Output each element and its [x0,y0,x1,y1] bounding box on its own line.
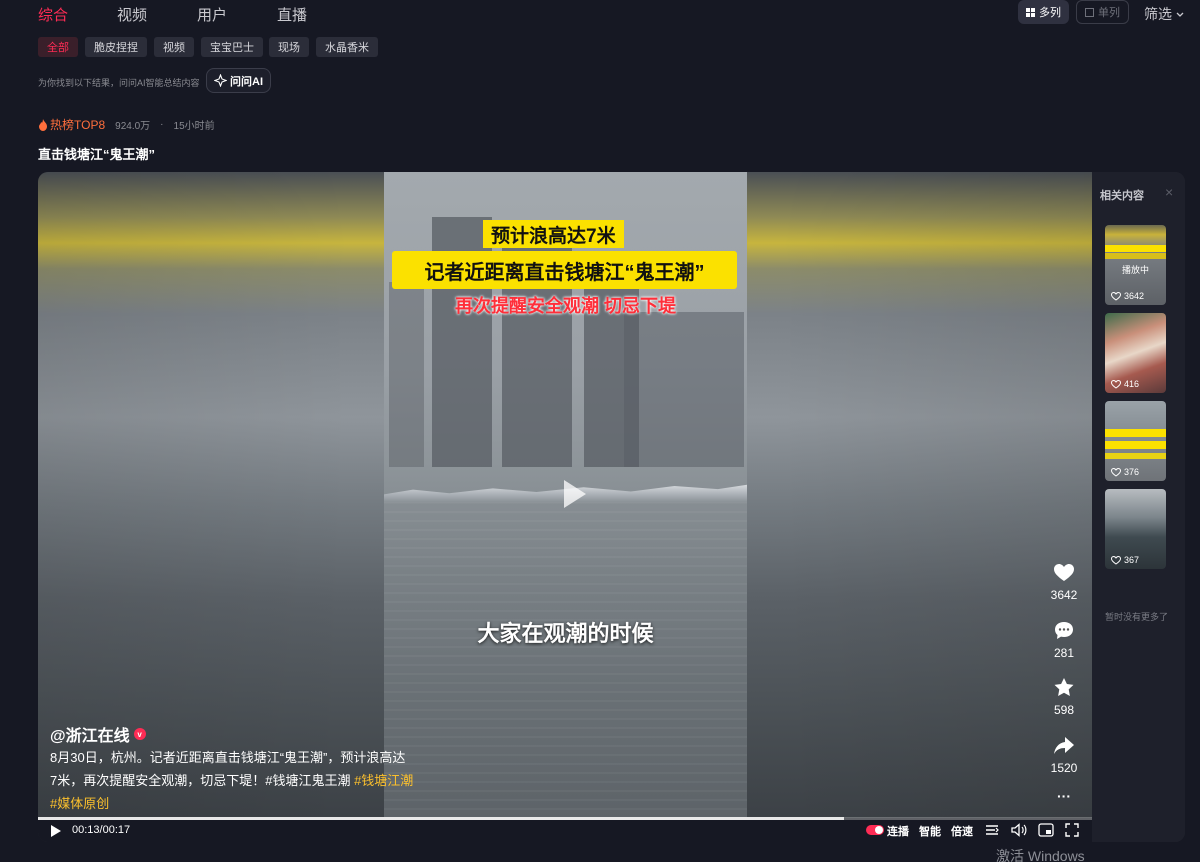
related-video-2[interactable]: 416 [1105,313,1166,393]
chip-rice[interactable]: 水晶香米 [316,37,378,57]
video-description: 8月30日，杭州。记者近距离直击钱塘江“鬼王潮”，预计浪高达 7米，再次提醒安全… [50,746,440,815]
related-like-count: 367 [1124,555,1140,565]
related-panel: 相关内容 × 播放中 3642 416 376 367 暂时没有更多了 [1092,172,1185,842]
share-button[interactable]: 1520 [1042,737,1086,775]
comment-count: 281 [1053,646,1075,660]
author-name[interactable]: @浙江在线 v [50,722,146,746]
no-more-note: 暂时没有更多了 [1105,612,1169,622]
heart-outline-icon [1111,379,1121,389]
hashtag-link[interactable]: #钱塘江潮 [354,773,413,788]
ask-ai-label: 问问AI [230,75,263,88]
control-bar: 00:13/00:17 连播 智能 倍速 [38,820,1092,842]
related-like-count: 3642 [1124,291,1145,301]
desc-line-1: 8月30日，杭州。记者近距离直击钱塘江“鬼王潮”，预计浪高达 [50,750,406,765]
post-time: 15小时前 [173,121,215,132]
related-likes: 416 [1111,379,1139,389]
picture-in-picture-icon[interactable] [1038,823,1054,837]
tab-video[interactable]: 视频 [117,4,147,25]
view-multi-label: 多列 [1039,7,1061,19]
separator-dot: · [160,119,164,130]
time-display: 00:13/00:17 [72,824,131,836]
speed-button[interactable]: 倍速 [951,823,973,839]
hashtag-link[interactable]: #媒体原创 [50,796,109,811]
video-caption-warning: 再次提醒安全观潮 切忌下堤 [455,296,676,316]
video-subtitle: 大家在观潮的时候 [477,621,654,646]
ai-summary-note: 为你找到以下结果，问问AI智能总结内容 [38,78,200,88]
chip-babybus[interactable]: 宝宝巴士 [201,37,263,57]
chip-all[interactable]: 全部 [38,37,78,57]
related-likes: 367 [1111,555,1139,565]
tab-user[interactable]: 用户 [197,4,227,25]
related-video-4[interactable]: 367 [1105,489,1166,569]
os-activation-watermark: 激活 Windows [996,848,1085,862]
ask-ai-button[interactable]: 问问AI [206,68,271,93]
related-title: 相关内容 [1100,190,1144,202]
favorite-count: 598 [1053,703,1075,717]
sparkle-icon [214,74,227,87]
share-count: 1520 [1050,761,1078,775]
comment-button[interactable]: 281 [1042,622,1086,660]
view-single-button[interactable]: 单列 [1076,0,1129,24]
desc-text: 7米，再次提醒安全观潮，切忌下堤！#钱塘江鬼王潮 [50,773,355,788]
chip-cuipi[interactable]: 脆皮捏捏 [85,37,147,57]
heart-outline-icon [1111,555,1121,565]
view-count: 924.0万 [115,121,151,132]
chevron-down-icon [1176,12,1184,17]
video-caption-main: 记者近距离直击钱塘江“鬼王潮” [392,251,737,289]
share-icon [1054,737,1074,754]
fire-icon [39,118,47,131]
more-icon: ··· [1057,788,1071,804]
chip-scene[interactable]: 现场 [269,37,309,57]
single-column-icon [1085,7,1094,17]
subtitles-icon[interactable] [985,824,999,837]
play-icon[interactable] [552,474,592,514]
comment-icon [1055,622,1073,639]
desc-line-2: 7米，再次提醒安全观潮，切忌下堤！#钱塘江鬼王潮 #钱塘江潮 [50,769,440,792]
video-caption-top: 预计浪高达7米 [483,220,624,248]
play-icon[interactable] [50,825,62,837]
chip-video[interactable]: 视频 [154,37,194,57]
related-video-3[interactable]: 376 [1105,401,1166,481]
hot-badge: 热榜TOP8 [38,116,105,133]
heart-icon [1054,564,1074,581]
fullscreen-icon[interactable] [1065,823,1079,837]
video-title[interactable]: 直击钱塘江“鬼王潮” [38,144,155,163]
hot-info: 热榜TOP8 924.0万 · 15小时前 [38,116,215,133]
heart-outline-icon [1111,467,1121,477]
related-like-count: 416 [1124,379,1140,389]
tab-all[interactable]: 综合 [38,4,68,25]
like-count: 3642 [1050,588,1078,602]
quality-button[interactable]: 智能 [919,823,941,839]
related-likes: 376 [1111,467,1139,477]
author-label: @浙江在线 [50,728,130,745]
verified-badge-icon: v [133,728,146,740]
autoplay-toggle[interactable] [866,825,884,835]
volume-icon[interactable] [1011,823,1027,837]
related-likes: 3642 [1111,291,1144,301]
heart-outline-icon [1111,291,1121,301]
filter-label: 筛选 [1144,6,1172,22]
autoplay-label: 连播 [887,826,909,838]
tab-live[interactable]: 直播 [277,4,307,25]
more-button[interactable]: ··· [1042,788,1086,804]
related-like-count: 376 [1124,467,1140,477]
favorite-button[interactable]: 598 [1042,678,1086,717]
view-single-label: 单列 [1098,7,1120,19]
like-button[interactable]: 3642 [1042,564,1086,602]
related-video-1[interactable]: 播放中 3642 [1105,225,1166,305]
star-icon [1054,678,1074,696]
view-multi-button[interactable]: 多列 [1018,0,1069,24]
filter-button[interactable]: 筛选 [1144,4,1185,24]
grid-icon [1026,7,1035,17]
close-icon[interactable]: × [1165,184,1173,200]
hot-rank: 热榜TOP8 [50,118,106,132]
now-playing-label: 播放中 [1121,265,1149,275]
video-player[interactable]: 预计浪高达7米 记者近距离直击钱塘江“鬼王潮” 再次提醒安全观潮 切忌下堤 大家… [38,172,1185,842]
